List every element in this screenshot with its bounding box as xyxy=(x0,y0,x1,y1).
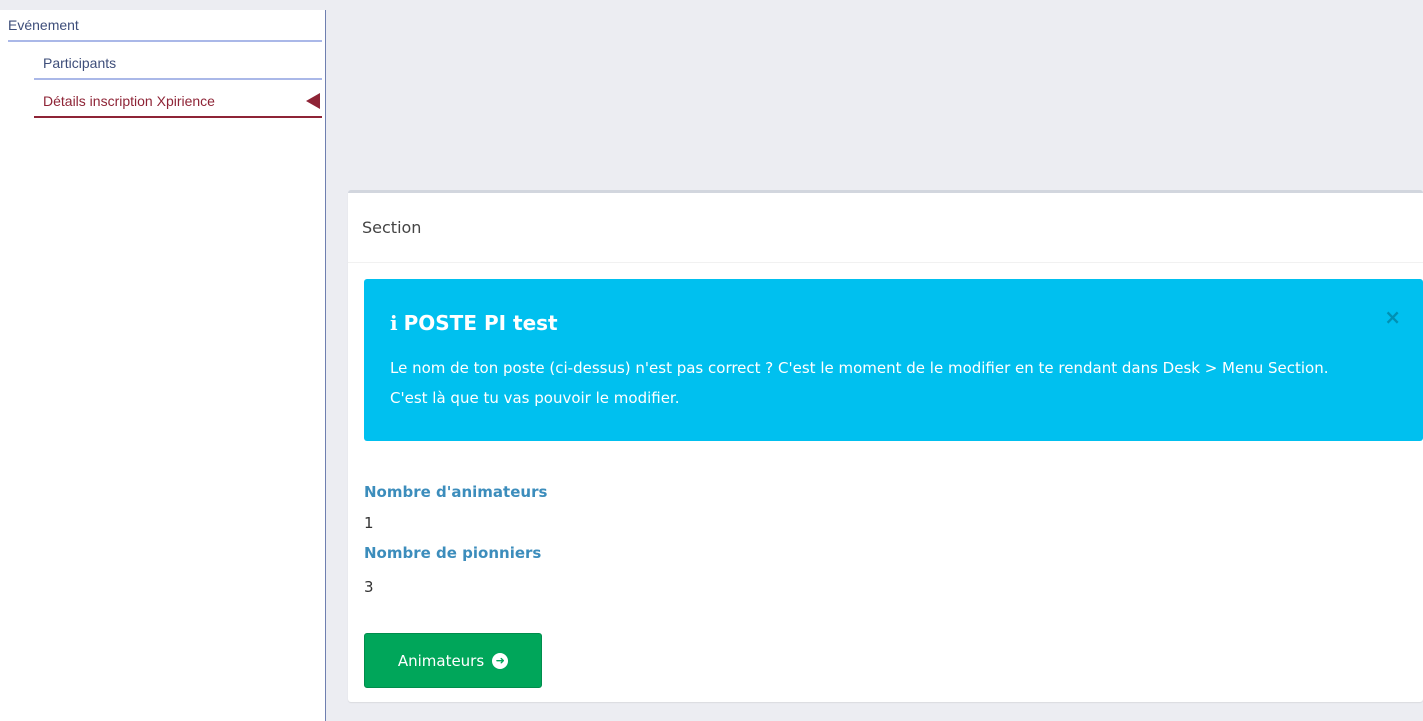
page: Evénement Participants Détails inscripti… xyxy=(0,0,1423,721)
alert-body: Le nom de ton poste (ci-dessus) n'est pa… xyxy=(390,359,1329,407)
sidebar-item-label: Evénement xyxy=(8,17,79,33)
alert-title-text: POSTE PI test xyxy=(403,311,558,335)
animateurs-button[interactable]: Animateurs ➜ xyxy=(364,633,542,688)
active-arrow-icon xyxy=(306,93,320,109)
sidebar-item-evenement[interactable]: Evénement xyxy=(8,14,322,42)
sidebar-top-strip xyxy=(0,0,326,10)
close-icon[interactable]: × xyxy=(1384,305,1401,329)
alert-title: i POSTE PI test xyxy=(390,311,558,335)
info-alert: i POSTE PI test Le nom de ton poste (ci-d… xyxy=(364,279,1423,441)
circle-arrow-right-icon: ➜ xyxy=(492,652,509,669)
sidebar: Evénement Participants Détails inscripti… xyxy=(0,0,326,721)
sidebar-item-participants[interactable]: Participants xyxy=(34,52,322,80)
sidebar-item-label: Participants xyxy=(43,55,117,71)
field-value-animateurs: 1 xyxy=(364,514,374,532)
animateurs-button-label: Animateurs xyxy=(397,651,485,670)
field-label-pionniers: Nombre de pionniers xyxy=(364,544,542,562)
sidebar-item-details-inscription[interactable]: Détails inscription Xpirience xyxy=(34,90,322,118)
card-title: Section xyxy=(348,193,1423,263)
sidebar-item-label: Détails inscription Xpirience xyxy=(43,93,215,109)
info-icon: i xyxy=(390,311,398,335)
field-value-pionniers: 3 xyxy=(364,578,374,596)
field-label-animateurs: Nombre d'animateurs xyxy=(364,483,548,501)
section-card: Section i POSTE PI test Le nom de ton pos… xyxy=(348,190,1423,702)
